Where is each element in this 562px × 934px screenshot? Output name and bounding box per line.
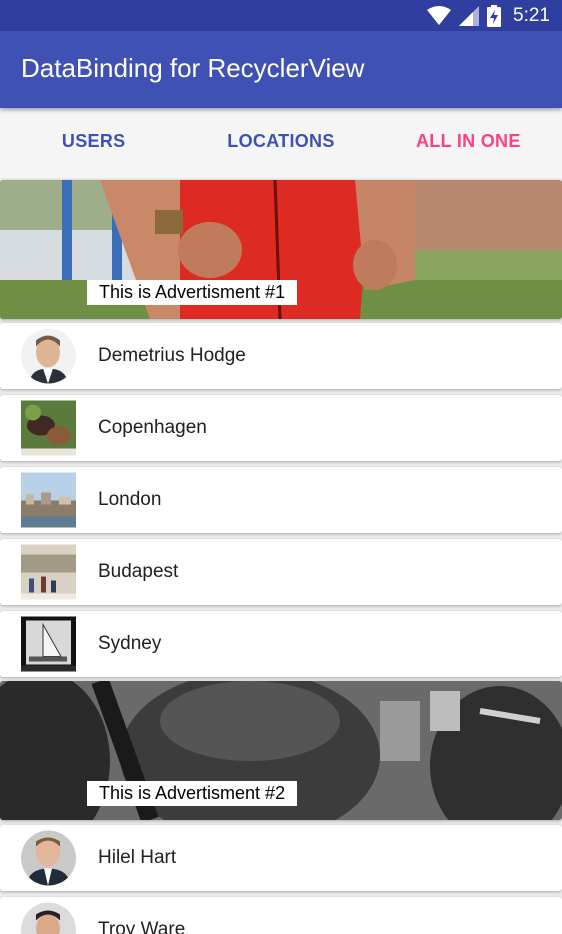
advertisement-label: This is Advertisment #1 — [87, 280, 298, 305]
tab-users[interactable]: USERS — [0, 108, 187, 178]
list-item-name: Hilel Hart — [98, 847, 177, 868]
list-item-location[interactable]: London — [0, 467, 562, 533]
location-image — [21, 472, 76, 528]
list-item-name: Troy Ware — [98, 919, 186, 934]
tab-locations[interactable]: LOCATIONS — [187, 108, 374, 178]
recycler-list[interactable]: This is Advertisment #1 Demetrius Hodge … — [0, 178, 562, 934]
advertisement-banner[interactable]: This is Advertisment #2 — [0, 681, 562, 820]
status-time: 5:21 — [513, 4, 550, 26]
advertisement-label: This is Advertisment #2 — [87, 781, 298, 806]
advertisement-banner[interactable]: This is Advertisment #1 — [0, 180, 562, 319]
list-item-name: Demetrius Hodge — [98, 345, 246, 366]
list-item-name: Copenhagen — [98, 417, 207, 438]
cellular-signal-icon — [459, 5, 480, 26]
user-avatar — [21, 830, 76, 886]
tab-all-in-one[interactable]: ALL IN ONE — [375, 108, 562, 178]
app-title: DataBinding for RecyclerView — [21, 53, 365, 83]
tab-bar: USERS LOCATIONS ALL IN ONE — [0, 108, 562, 178]
list-item-name: London — [98, 489, 162, 510]
list-item-location[interactable]: Sydney — [0, 611, 562, 677]
list-item-user[interactable]: Demetrius Hodge — [0, 323, 562, 389]
battery-charging-icon — [487, 4, 502, 27]
list-item-user[interactable]: Troy Ware — [0, 897, 562, 934]
wifi-icon — [427, 5, 452, 25]
list-item-name: Budapest — [98, 561, 179, 582]
app-bar: DataBinding for RecyclerView — [0, 31, 562, 108]
list-item-location[interactable]: Copenhagen — [0, 395, 562, 461]
status-bar: 5:21 — [0, 0, 562, 31]
user-avatar — [21, 902, 76, 934]
location-image — [21, 400, 76, 456]
location-image — [21, 616, 76, 672]
location-image — [21, 544, 76, 600]
list-item-user[interactable]: Hilel Hart — [0, 825, 562, 891]
user-avatar — [21, 328, 76, 384]
list-item-location[interactable]: Budapest — [0, 539, 562, 605]
list-item-name: Sydney — [98, 633, 162, 654]
